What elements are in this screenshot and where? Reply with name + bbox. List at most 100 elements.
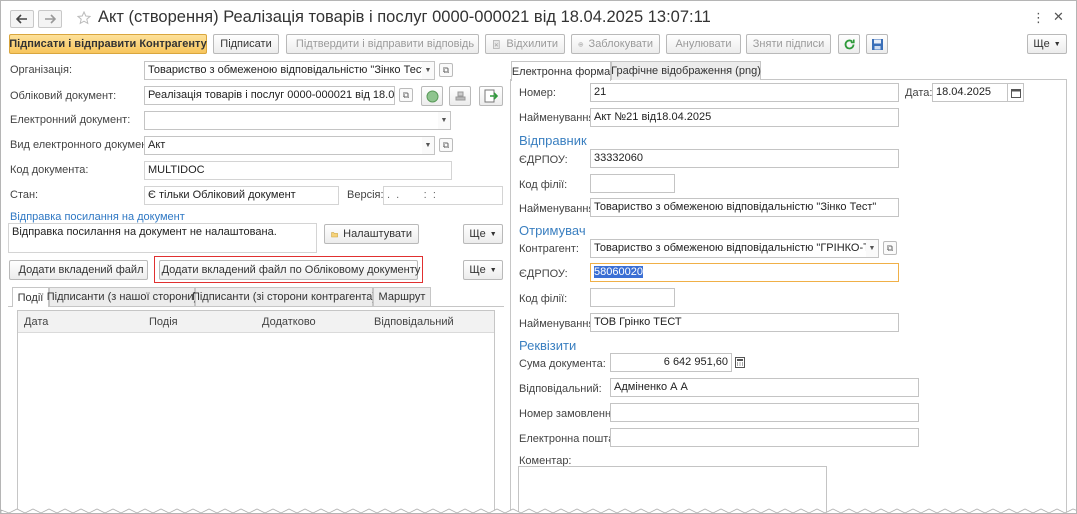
doc-reject-icon	[493, 39, 500, 49]
receiver-name-label: Найменування:	[519, 318, 598, 330]
email-label: Електронна пошта:	[519, 433, 618, 445]
receiver-edrpou-label: ЄДРПОУ:	[519, 268, 568, 280]
attach-more-label: Ще	[469, 264, 486, 276]
confirm-send-reply-button[interactable]: Підтвердити і відправити відповідь	[286, 34, 479, 54]
tab-events[interactable]: Події	[12, 287, 49, 307]
tab-signers-contractor[interactable]: Підписанти (зі сторони контрагента)	[192, 287, 376, 306]
toolbar-more-button[interactable]: Ще ▼	[1027, 34, 1067, 54]
account-doc-open-icon[interactable]: ⧉	[399, 88, 413, 102]
refresh-button[interactable]	[838, 34, 860, 54]
edoc-field[interactable]	[144, 111, 439, 130]
receiver-section-title: Отримувач	[519, 223, 586, 238]
events-table[interactable]: Дата Подія Додатково Відповідальний	[17, 310, 495, 513]
more-menu-icon[interactable]: ⋮	[1032, 10, 1045, 26]
receiver-edrpou-field[interactable]: 58060020	[590, 263, 899, 282]
tab-electronic-form[interactable]: Електронна форма	[511, 61, 611, 81]
document-window: Акт (створення) Реалізація товарів і пос…	[0, 0, 1077, 514]
number-field[interactable]: 21	[590, 83, 899, 102]
email-field[interactable]	[610, 428, 919, 447]
receiver-name-field[interactable]: ТОВ Грінко ТЕСТ	[590, 313, 899, 332]
favorite-star-icon[interactable]	[76, 10, 92, 28]
configure-button[interactable]: Налаштувати	[324, 224, 419, 244]
organization-open-icon[interactable]: ⧉	[439, 63, 453, 77]
date-picker-button[interactable]	[1008, 83, 1024, 102]
back-button[interactable]	[10, 10, 34, 28]
remove-signatures-button[interactable]: Зняти підписи	[746, 34, 831, 54]
edoc-type-field[interactable]: Акт	[144, 136, 423, 155]
link-send-title[interactable]: Відправка посилання на документ	[10, 211, 185, 223]
link-more-label: Ще	[469, 228, 486, 240]
sender-branch-field[interactable]	[590, 174, 675, 193]
number-label: Номер:	[519, 87, 556, 99]
save-button[interactable]	[866, 34, 888, 54]
date-field[interactable]: 18.04.2025	[932, 83, 1008, 102]
edoc-type-dropdown[interactable]: ▼	[422, 136, 435, 155]
stamp-icon	[455, 91, 465, 100]
order-field[interactable]	[610, 403, 919, 422]
receiver-contractor-dropdown[interactable]: ▼	[866, 239, 879, 258]
account-doc-action-button-2[interactable]	[449, 86, 471, 106]
version-field[interactable]: . . : :	[383, 186, 503, 205]
calculator-icon	[735, 357, 745, 368]
doc-code-field[interactable]: MULTIDOC	[144, 161, 452, 180]
sender-name-label: Найменування:	[519, 203, 598, 215]
sign-button[interactable]: Підписати	[213, 34, 279, 54]
link-send-status: Відправка посилання на документ не налаш…	[8, 223, 317, 253]
attach-more-button[interactable]: Ще ▼	[463, 260, 503, 280]
dropdown-arrow-icon: ▼	[1053, 40, 1061, 48]
organization-label: Організація:	[10, 64, 72, 76]
column-responsible[interactable]: Відповідальний	[374, 316, 454, 328]
name-field[interactable]: Акт №21 від18.04.2025	[590, 108, 899, 127]
details-section-title: Реквізити	[519, 338, 577, 353]
refresh-icon	[844, 39, 855, 49]
forward-button[interactable]	[38, 10, 62, 28]
add-attached-file-account-button[interactable]: Додати вкладений файл по Обліковому доку…	[159, 260, 421, 280]
sender-name-field[interactable]: Товариство з обмеженою відповідальністю …	[590, 198, 899, 217]
state-field: Є тільки Обліковий документ	[144, 186, 339, 205]
responsible-field[interactable]: Адміненко А А	[610, 378, 919, 397]
receiver-branch-field[interactable]	[590, 288, 675, 307]
order-label: Номер замовлення:	[519, 408, 621, 420]
date-label: Дата:	[905, 87, 933, 99]
chevron-down-icon: ▼	[424, 67, 432, 74]
chevron-down-icon: ▼	[440, 117, 448, 124]
edoc-type-label: Вид електронного документа:	[10, 139, 162, 151]
organization-field[interactable]: Товариство з обмеженою відповідальністю …	[144, 61, 423, 80]
sender-edrpou-field[interactable]: 33332060	[590, 149, 899, 168]
column-additional[interactable]: Додатково	[262, 316, 316, 328]
calculator-button[interactable]	[732, 353, 748, 372]
reject-label: Відхилити	[506, 38, 558, 50]
organization-dropdown[interactable]: ▼	[422, 61, 435, 80]
block-button[interactable]: Заблокувати	[571, 34, 660, 54]
dropdown-arrow-icon: ▼	[489, 266, 497, 274]
folder-icon	[331, 231, 338, 237]
state-label: Стан:	[10, 189, 39, 201]
add-attached-file-button[interactable]: Додати вкладений файл	[9, 260, 148, 280]
sign-and-send-button[interactable]: Підписати і відправити Контрагенту	[9, 34, 207, 54]
edoc-dropdown[interactable]: ▼	[438, 111, 451, 130]
link-more-button[interactable]: Ще ▼	[463, 224, 503, 244]
receiver-contractor-field[interactable]: Товариство з обмеженою відповідальністю …	[590, 239, 867, 258]
responsible-label: Відповідальний:	[519, 383, 602, 395]
tab-graphic-view[interactable]: Графічне відображення (png)	[611, 61, 761, 80]
doc-code-label: Код документа:	[10, 164, 89, 176]
column-event[interactable]: Подія	[149, 316, 178, 328]
account-doc-action-button-1[interactable]	[421, 86, 443, 106]
tab-signers-ours[interactable]: Підписанти (з нашої сторони)	[47, 287, 197, 306]
sum-field[interactable]: 6 642 951,60	[610, 353, 732, 372]
receiver-contractor-open-icon[interactable]: ⧉	[883, 241, 897, 255]
account-doc-field[interactable]: Реалізація товарів і послуг 0000-000021 …	[144, 86, 395, 105]
reject-button[interactable]: Відхилити	[485, 34, 565, 54]
sender-edrpou-label: ЄДРПОУ:	[519, 154, 568, 166]
account-doc-action-button-3[interactable]	[479, 86, 503, 106]
doc-arrow-icon	[484, 89, 498, 103]
column-date[interactable]: Дата	[24, 316, 48, 328]
edoc-type-open-icon[interactable]: ⧉	[439, 138, 453, 152]
name-label: Найменування:	[519, 112, 598, 124]
tab-route[interactable]: Маршрут	[373, 287, 431, 306]
add-attached-account-label: Додати вкладений файл по Обліковому доку…	[161, 264, 421, 276]
edoc-label: Електронний документ:	[10, 114, 131, 126]
annul-button[interactable]: Анулювати	[666, 34, 741, 54]
close-icon[interactable]: ✕	[1053, 9, 1064, 25]
arrow-left-icon	[16, 14, 27, 24]
